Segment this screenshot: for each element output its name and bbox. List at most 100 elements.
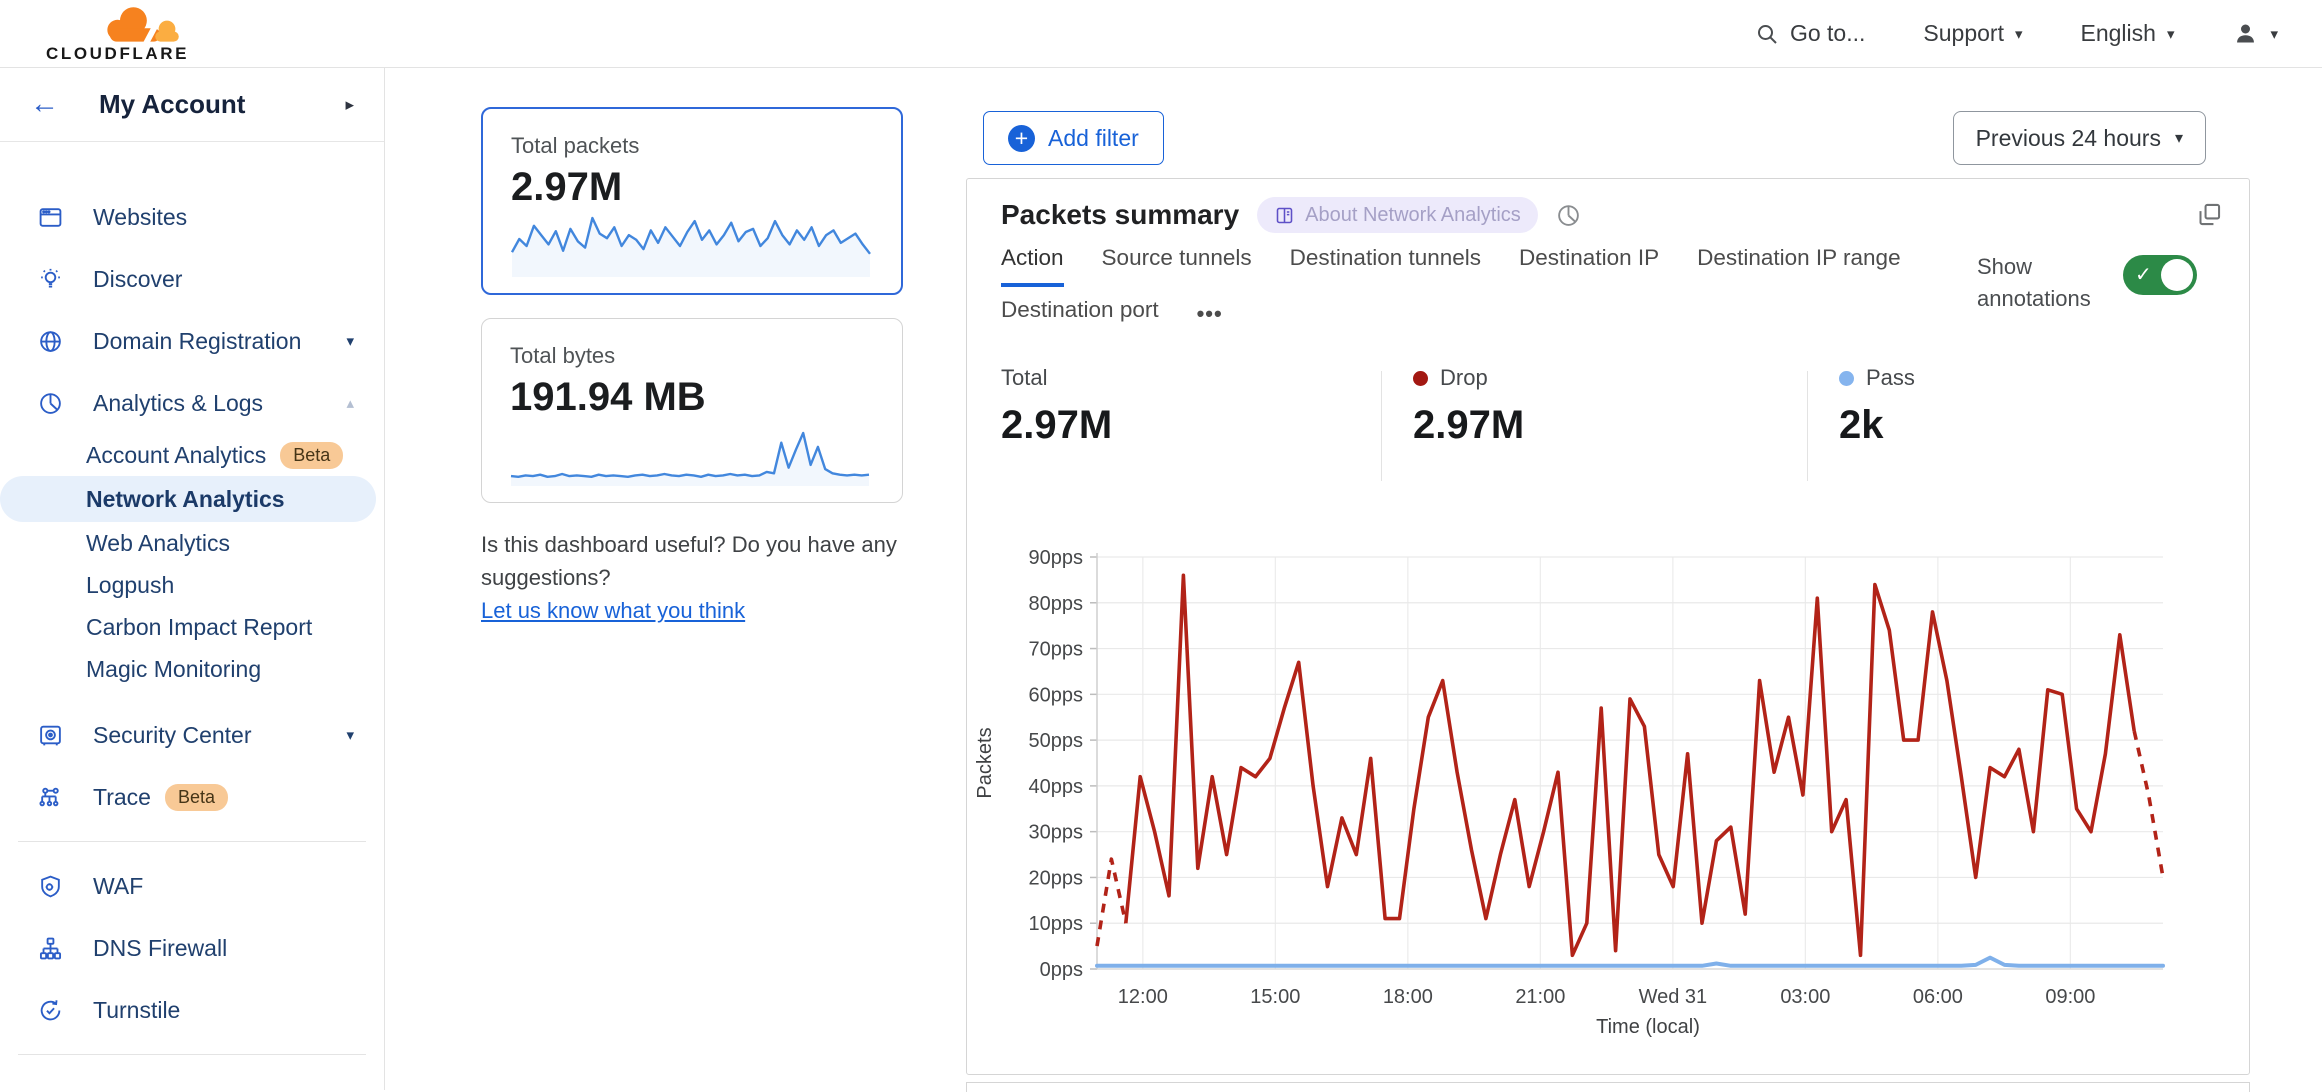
trace-icon bbox=[38, 785, 63, 810]
safe-icon bbox=[38, 723, 63, 748]
chevron-down-icon: ▾ bbox=[2167, 25, 2175, 43]
sidebar: ← My Account ▸ Websites Discover Domain Re… bbox=[0, 68, 385, 1090]
sidebar-item-waf[interactable]: WAF bbox=[0, 855, 384, 917]
book-icon bbox=[1274, 205, 1295, 226]
tab-action[interactable]: Action bbox=[1001, 245, 1064, 287]
shield-icon bbox=[38, 874, 63, 899]
about-network-analytics-badge[interactable]: About Network Analytics bbox=[1257, 197, 1538, 233]
stat-label: Drop bbox=[1440, 365, 1488, 391]
pie-chart-icon[interactable] bbox=[1556, 203, 1581, 228]
stat-value: 2.97M bbox=[1413, 403, 1524, 448]
goto-label: Go to... bbox=[1790, 20, 1865, 47]
sidebar-item-carbon-impact-report[interactable]: Carbon Impact Report bbox=[0, 606, 384, 648]
beta-badge: Beta bbox=[165, 784, 228, 811]
pie-icon bbox=[38, 391, 63, 416]
plus-icon: + bbox=[1008, 125, 1035, 152]
sidebar-item-trace[interactable]: TraceBeta bbox=[0, 766, 384, 828]
add-filter-label: Add filter bbox=[1048, 125, 1139, 152]
chevron-down-icon: ▾ bbox=[346, 726, 354, 744]
total-packets-card[interactable]: Total packets 2.97M bbox=[481, 107, 903, 295]
sidebar-item-logpush[interactable]: Logpush bbox=[0, 564, 384, 606]
sidebar-item-label: Discover bbox=[93, 266, 182, 293]
time-range-label: Previous 24 hours bbox=[1976, 125, 2161, 152]
language-label: English bbox=[2081, 20, 2156, 47]
user-icon bbox=[2232, 20, 2259, 47]
feedback-link[interactable]: Let us know what you think bbox=[481, 598, 745, 624]
sidebar-item-turnstile[interactable]: Turnstile bbox=[0, 979, 384, 1041]
sidebar-item-label: Analytics & Logs bbox=[93, 390, 263, 417]
sidebar-item-label: Network Analytics bbox=[86, 486, 285, 513]
show-annotations-toggle[interactable]: ✓ bbox=[2123, 255, 2197, 295]
stat-value: 2.97M bbox=[1001, 403, 1112, 448]
tab-destination-ip-range[interactable]: Destination IP range bbox=[1697, 245, 1900, 287]
expand-panel-icon[interactable] bbox=[2196, 201, 2223, 228]
sidebar-item-discover[interactable]: Discover bbox=[0, 248, 384, 310]
time-range-dropdown[interactable]: Previous 24 hours ▾ bbox=[1953, 111, 2206, 165]
svg-text:Wed 31: Wed 31 bbox=[1639, 986, 1708, 1008]
total-packets-label: Total packets bbox=[511, 133, 639, 159]
stat-total: Total2.97M bbox=[1001, 365, 1112, 448]
globe-icon bbox=[38, 329, 63, 354]
svg-text:10pps: 10pps bbox=[1029, 913, 1084, 935]
chevron-down-icon: ▾ bbox=[346, 332, 354, 350]
svg-text:12:00: 12:00 bbox=[1118, 986, 1168, 1008]
tab-destination-port[interactable]: Destination port bbox=[1001, 297, 1159, 339]
sidebar-item-network-analytics[interactable]: Network Analytics bbox=[0, 476, 376, 522]
add-filter-button[interactable]: + Add filter bbox=[983, 111, 1164, 165]
account-menu[interactable]: ▾ bbox=[2232, 20, 2278, 47]
sidebar-item-domain-registration[interactable]: Domain Registration▾ bbox=[0, 310, 384, 372]
svg-text:30pps: 30pps bbox=[1029, 822, 1084, 844]
sidebar-item-label: Carbon Impact Report bbox=[86, 614, 312, 641]
tab-source-tunnels[interactable]: Source tunnels bbox=[1102, 245, 1252, 287]
packets-summary-panel: Packets summary About Network Analytics … bbox=[966, 178, 2250, 1075]
panel-title: Packets summary bbox=[1001, 199, 1239, 231]
stat-divider bbox=[1807, 371, 1808, 481]
sidebar-divider bbox=[18, 1054, 366, 1055]
account-header: ← My Account ▸ bbox=[0, 68, 384, 142]
stat-drop: Drop 2.97M bbox=[1413, 365, 1524, 448]
tabs-overflow-button[interactable]: ••• bbox=[1197, 301, 1223, 339]
stat-label: Pass bbox=[1866, 365, 1915, 391]
cloudflare-logo-text: CLOUDFLARE bbox=[46, 44, 189, 64]
sidebar-item-label: DNS Firewall bbox=[93, 935, 227, 962]
support-label: Support bbox=[1923, 20, 2004, 47]
svg-text:40pps: 40pps bbox=[1029, 776, 1084, 798]
tab-destination-ip[interactable]: Destination IP bbox=[1519, 245, 1659, 287]
svg-text:0pps: 0pps bbox=[1040, 959, 1083, 981]
svg-text:90pps: 90pps bbox=[1029, 547, 1084, 569]
about-badge-label: About Network Analytics bbox=[1305, 204, 1521, 227]
support-menu[interactable]: Support ▾ bbox=[1923, 20, 2022, 47]
chevron-down-icon: ▾ bbox=[2175, 128, 2183, 148]
sidebar-item-dns-firewall[interactable]: DNS Firewall bbox=[0, 917, 384, 979]
language-menu[interactable]: English ▾ bbox=[2081, 20, 2175, 47]
turnstile-icon bbox=[38, 998, 63, 1023]
sidebar-item-magic-monitoring[interactable]: Magic Monitoring bbox=[0, 648, 384, 690]
svg-text:50pps: 50pps bbox=[1029, 730, 1084, 752]
tab-destination-tunnels[interactable]: Destination tunnels bbox=[1290, 245, 1481, 287]
goto-search[interactable]: Go to... bbox=[1755, 20, 1865, 47]
packets-sparkline bbox=[509, 213, 873, 279]
sidebar-item-web-analytics[interactable]: Web Analytics bbox=[0, 522, 384, 564]
drop-legend-dot bbox=[1413, 371, 1428, 386]
sidebar-item-websites[interactable]: Websites bbox=[0, 186, 384, 248]
check-icon: ✓ bbox=[2135, 262, 2152, 287]
svg-text:21:00: 21:00 bbox=[1515, 986, 1565, 1008]
sidebar-item-analytics-logs[interactable]: Analytics & Logs ▴ bbox=[0, 372, 384, 434]
pass-legend-dot bbox=[1839, 371, 1854, 386]
sidebar-item-account-analytics[interactable]: Account AnalyticsBeta bbox=[0, 434, 384, 476]
bytes-sparkline bbox=[508, 428, 872, 488]
sidebar-item-security-center[interactable]: Security Center▾ bbox=[0, 704, 384, 766]
total-bytes-card[interactable]: Total bytes 191.94 MB bbox=[481, 318, 903, 503]
sidebar-item-label: Websites bbox=[93, 204, 187, 231]
stat-divider bbox=[1381, 371, 1382, 481]
sidebar-item-label: Logpush bbox=[86, 572, 174, 599]
chevron-up-icon: ▴ bbox=[346, 394, 354, 412]
sidebar-divider bbox=[18, 841, 366, 842]
chevron-right-icon[interactable]: ▸ bbox=[345, 95, 354, 115]
back-arrow-icon[interactable]: ← bbox=[30, 90, 59, 119]
total-bytes-value: 191.94 MB bbox=[510, 375, 706, 420]
sidebar-item-label: Magic Monitoring bbox=[86, 656, 261, 683]
cloudflare-logo[interactable]: CLOUDFLARE bbox=[30, 0, 210, 68]
svg-text:03:00: 03:00 bbox=[1780, 986, 1830, 1008]
spark-icon[interactable] bbox=[36, 1076, 64, 1090]
